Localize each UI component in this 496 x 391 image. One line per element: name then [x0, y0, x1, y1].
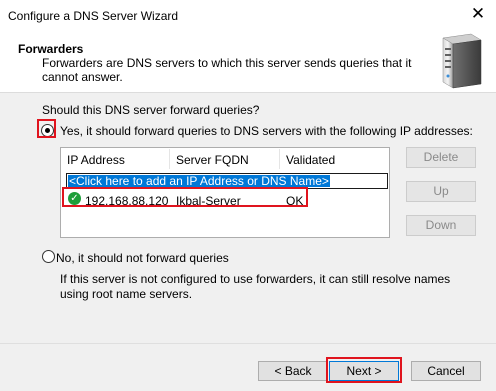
highlight-box-radio	[37, 119, 56, 138]
delete-button[interactable]: Delete	[406, 147, 476, 168]
radio-forward-no[interactable]	[42, 250, 55, 263]
highlight-box-row	[62, 187, 308, 207]
column-divider	[279, 149, 280, 169]
column-header-ip[interactable]: IP Address	[67, 153, 125, 167]
wizard-header: Forwarders Forwarders are DNS servers to…	[0, 30, 496, 93]
footer-divider	[0, 343, 496, 344]
radio-forward-no-label[interactable]: No, it should not forward queries	[56, 251, 229, 265]
back-button[interactable]: < Back	[258, 361, 328, 381]
radio-forward-yes-label[interactable]: Yes, it should forward queries to DNS se…	[60, 124, 473, 138]
column-divider	[169, 149, 170, 169]
column-header-validated[interactable]: Validated	[286, 153, 335, 167]
window-title: Configure a DNS Server Wizard	[8, 9, 179, 23]
highlight-box-next	[326, 357, 402, 383]
page-description: Forwarders are DNS servers to which this…	[42, 56, 412, 84]
forward-question: Should this DNS server forward queries?	[42, 103, 260, 117]
close-button[interactable]: ✕	[468, 4, 488, 24]
add-address-prompt: <Click here to add an IP Address or DNS …	[68, 174, 330, 188]
column-header-fqdn[interactable]: Server FQDN	[176, 153, 249, 167]
down-button[interactable]: Down	[406, 215, 476, 236]
forwarders-note: If this server is not configured to use …	[60, 272, 451, 301]
server-icon	[442, 33, 482, 89]
title-bar: Configure a DNS Server Wizard ✕	[0, 0, 496, 30]
up-button[interactable]: Up	[406, 181, 476, 202]
page-title: Forwarders	[18, 42, 84, 56]
cancel-button[interactable]: Cancel	[411, 361, 481, 381]
